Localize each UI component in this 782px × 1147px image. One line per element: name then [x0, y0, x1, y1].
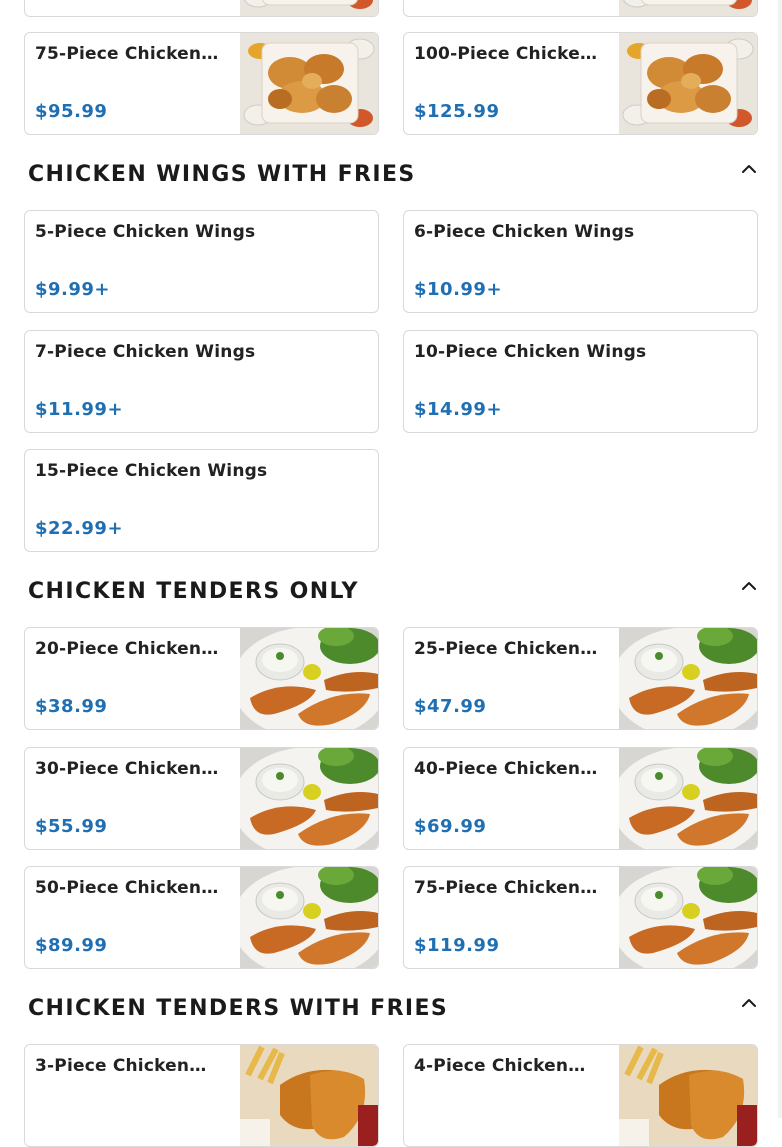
menu-item-price: $9.99+ [35, 279, 111, 300]
chicken-tenders-plate-photo [240, 628, 378, 729]
menu-item-price: $22.99+ [35, 518, 124, 539]
menu-item-price: $47.99 [414, 696, 487, 717]
menu-item-price: $125.99 [414, 101, 500, 122]
menu-item-card[interactable]: 10-Piece Chicken Wings $14.99+ [403, 330, 758, 433]
menu-item-name: 5-Piece Chicken Wings [35, 222, 256, 242]
chevron-up-icon[interactable] [738, 575, 760, 597]
menu-item-card[interactable]: 50-Piece Chicken… $89.99 [24, 866, 379, 969]
menu-item-card[interactable]: 40-Piece Chicken… $69.99 [403, 747, 758, 850]
menu-item-price: $89.99 [35, 935, 108, 956]
menu-item-name: 100-Piece Chicken… [414, 44, 602, 64]
chicken-tenders-plate-photo [619, 628, 757, 729]
chicken-tenders-plate-photo [619, 867, 757, 968]
menu-item-card-partial[interactable] [403, 0, 758, 17]
menu-item-card[interactable]: 4-Piece Chicken… [403, 1044, 758, 1147]
menu-item-name: 75-Piece Chicken… [414, 878, 598, 898]
menu-item-card[interactable]: 5-Piece Chicken Wings $9.99+ [24, 210, 379, 313]
chicken-tenders-plate-photo [240, 748, 378, 849]
chicken-pieces-tray-photo [240, 0, 378, 16]
menu-item-card[interactable]: 75-Piece Chicken… $95.99 [24, 32, 379, 135]
chicken-tenders-plate-photo [619, 748, 757, 849]
menu-item-name: 40-Piece Chicken… [414, 759, 598, 779]
tenders-with-fries-photo [619, 1045, 757, 1146]
menu-item-card[interactable]: 20-Piece Chicken… $38.99 [24, 627, 379, 730]
menu-item-price: $14.99+ [414, 399, 503, 420]
menu-item-name: 3-Piece Chicken… [35, 1056, 207, 1076]
menu-item-card[interactable]: 75-Piece Chicken… $119.99 [403, 866, 758, 969]
menu-item-name: 10-Piece Chicken Wings [414, 342, 647, 362]
chevron-up-icon[interactable] [738, 158, 760, 180]
chicken-pieces-tray-photo [619, 33, 757, 134]
menu-item-card[interactable]: 6-Piece Chicken Wings $10.99+ [403, 210, 758, 313]
menu-item-card-partial[interactable] [24, 0, 379, 17]
menu-item-price: $119.99 [414, 935, 500, 956]
menu-item-price: $69.99 [414, 816, 487, 837]
menu-item-price: $55.99 [35, 816, 108, 837]
menu-item-card[interactable]: 7-Piece Chicken Wings $11.99+ [24, 330, 379, 433]
menu-item-card[interactable]: 100-Piece Chicken… $125.99 [403, 32, 758, 135]
section-title: CHICKEN WINGS WITH FRIES [28, 162, 416, 187]
menu-item-name: 6-Piece Chicken Wings [414, 222, 635, 242]
menu-page: 75-Piece Chicken… $95.99 100-Piece Chicke… [0, 0, 782, 1147]
menu-item-name: 50-Piece Chicken… [35, 878, 219, 898]
chicken-pieces-tray-photo [240, 33, 378, 134]
menu-item-name: 15-Piece Chicken Wings [35, 461, 268, 481]
menu-item-card[interactable]: 30-Piece Chicken… $55.99 [24, 747, 379, 850]
menu-item-name: 75-Piece Chicken… [35, 44, 219, 64]
menu-item-card[interactable]: 15-Piece Chicken Wings $22.99+ [24, 449, 379, 552]
menu-item-price: $38.99 [35, 696, 108, 717]
menu-item-card[interactable]: 3-Piece Chicken… [24, 1044, 379, 1147]
menu-item-name: 30-Piece Chicken… [35, 759, 219, 779]
menu-item-price: $11.99+ [35, 399, 124, 420]
scrollbar[interactable] [778, 0, 782, 1118]
section-title: CHICKEN TENDERS ONLY [28, 579, 359, 604]
menu-item-name: 7-Piece Chicken Wings [35, 342, 256, 362]
section-title: CHICKEN TENDERS WITH FRIES [28, 996, 449, 1021]
chevron-up-icon[interactable] [738, 992, 760, 1014]
menu-item-name: 4-Piece Chicken… [414, 1056, 586, 1076]
tenders-with-fries-photo [240, 1045, 378, 1146]
chicken-tenders-plate-photo [240, 867, 378, 968]
menu-item-name: 20-Piece Chicken… [35, 639, 219, 659]
menu-item-name: 25-Piece Chicken… [414, 639, 598, 659]
menu-item-card[interactable]: 25-Piece Chicken… $47.99 [403, 627, 758, 730]
chicken-pieces-tray-photo [619, 0, 757, 16]
menu-item-price: $10.99+ [414, 279, 503, 300]
menu-item-price: $95.99 [35, 101, 108, 122]
